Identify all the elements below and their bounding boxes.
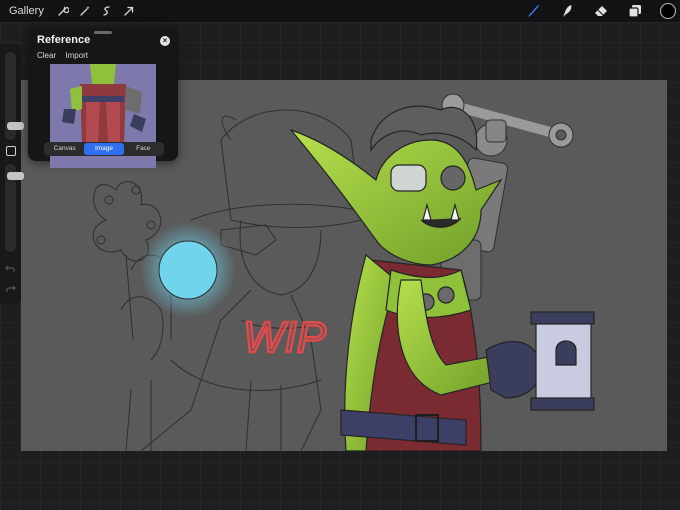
brush-size-slider[interactable] bbox=[5, 52, 24, 140]
magic-wand-icon[interactable] bbox=[74, 0, 96, 22]
reference-panel: Reference × Clear Import Canvas Image Fa… bbox=[28, 28, 178, 168]
opacity-handle[interactable] bbox=[7, 172, 24, 180]
gallery-button[interactable]: Gallery bbox=[9, 5, 44, 17]
top-toolbar: Gallery bbox=[0, 0, 680, 22]
reference-tabs: Canvas Image Face bbox=[44, 142, 164, 156]
opacity-slider[interactable] bbox=[5, 164, 24, 252]
goblin-character bbox=[289, 105, 595, 451]
modify-button[interactable] bbox=[6, 146, 16, 156]
tab-canvas[interactable]: Canvas bbox=[45, 143, 84, 155]
glowing-orb bbox=[158, 240, 218, 300]
selection-icon[interactable] bbox=[96, 0, 118, 22]
left-sidebar bbox=[0, 44, 24, 304]
panel-title: Reference bbox=[37, 34, 91, 46]
layers-icon[interactable] bbox=[618, 0, 652, 22]
panel-grabber[interactable] bbox=[94, 31, 112, 34]
undo-icon[interactable] bbox=[4, 262, 17, 275]
wip-annotation: WIP bbox=[243, 313, 327, 362]
color-swatch-button[interactable] bbox=[660, 3, 676, 19]
wrench-icon[interactable] bbox=[52, 0, 74, 22]
tab-face[interactable]: Face bbox=[124, 143, 163, 155]
smudge-icon[interactable] bbox=[550, 0, 584, 22]
close-icon[interactable]: × bbox=[160, 36, 170, 46]
brush-icon[interactable] bbox=[516, 0, 550, 22]
import-button[interactable]: Import bbox=[65, 51, 88, 60]
redo-icon[interactable] bbox=[4, 282, 17, 295]
brush-size-handle[interactable] bbox=[7, 122, 24, 130]
tab-image[interactable]: Image bbox=[84, 143, 124, 155]
transform-arrow-icon[interactable] bbox=[118, 0, 140, 22]
clear-button[interactable]: Clear bbox=[37, 51, 56, 60]
eraser-icon[interactable] bbox=[584, 0, 618, 22]
